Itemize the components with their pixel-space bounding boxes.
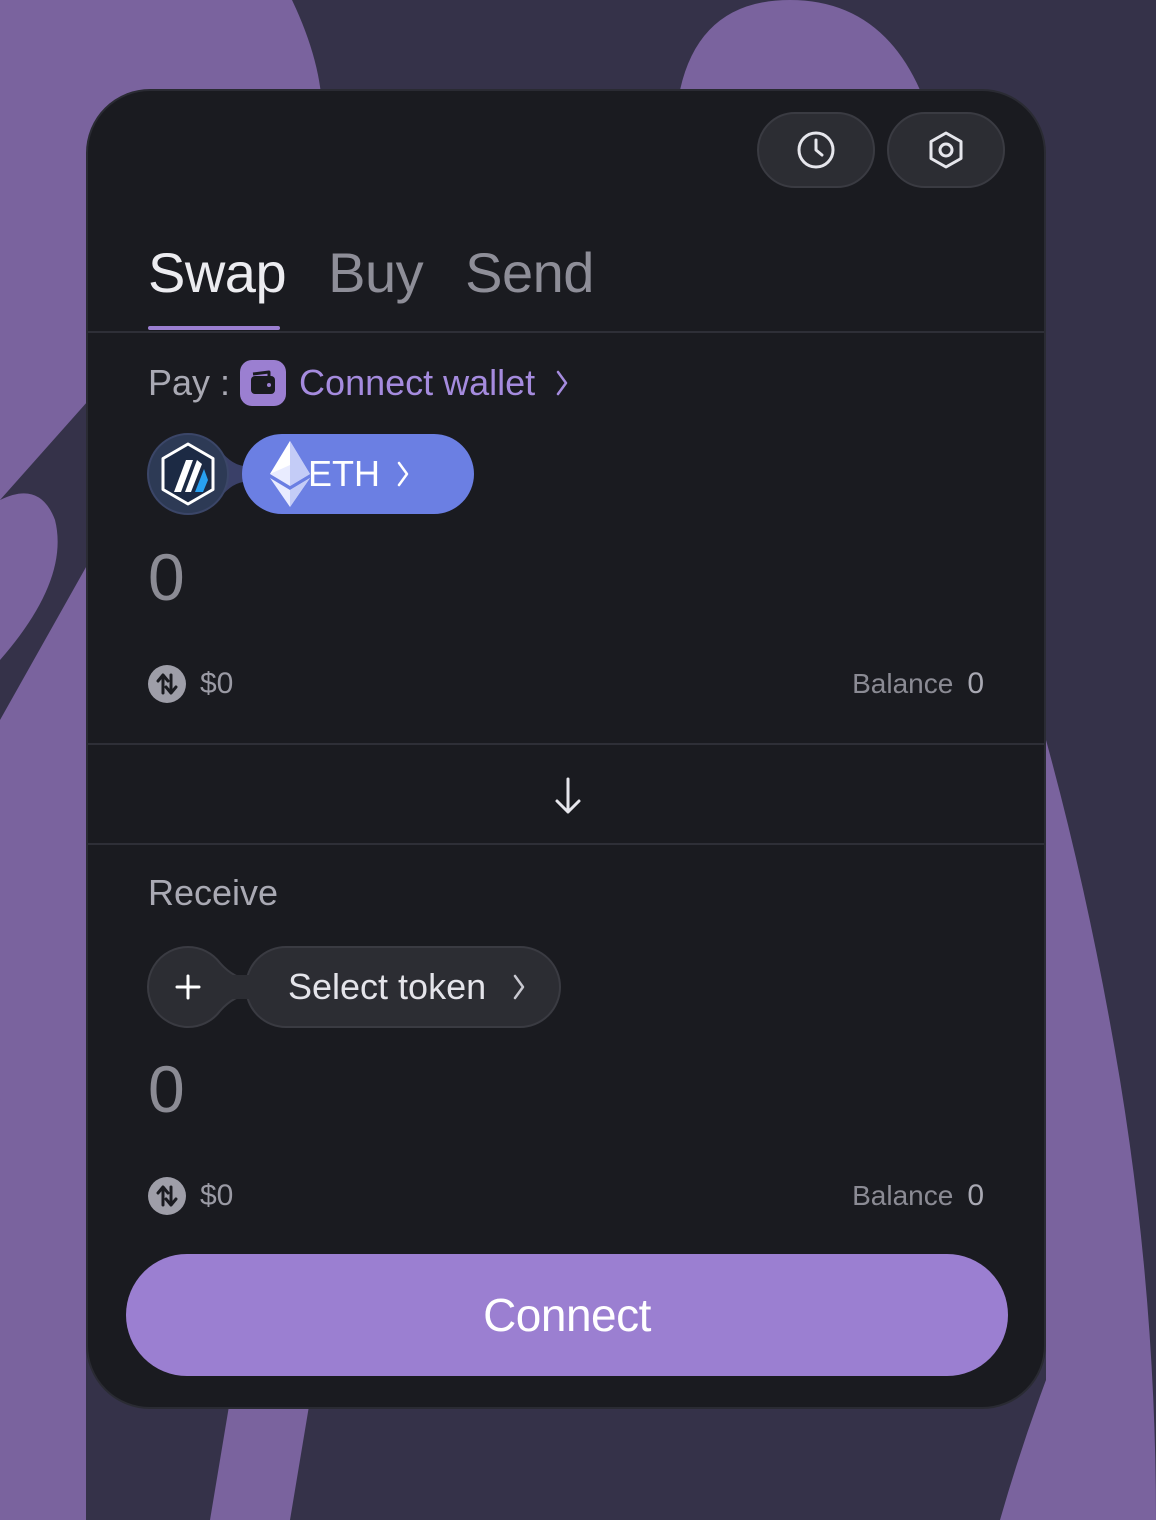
tab-bar: Swap Buy Send xyxy=(148,239,594,331)
divider xyxy=(88,843,1044,845)
divider xyxy=(88,331,1044,333)
tab-send[interactable]: Send xyxy=(465,239,594,331)
balance-label: Balance xyxy=(852,1180,954,1211)
currency-toggle-icon[interactable] xyxy=(148,665,186,703)
pay-balance: Balance 0 xyxy=(852,664,984,704)
receive-fiat-value: $0 xyxy=(200,1179,234,1212)
divider xyxy=(88,743,1044,745)
swap-direction-button[interactable] xyxy=(548,771,588,821)
token-symbol: ETH xyxy=(308,453,380,494)
receive-label: Receive xyxy=(148,872,279,913)
chevron-right-icon xyxy=(397,461,409,487)
connect-wallet-link[interactable]: Connect wallet xyxy=(299,362,535,404)
pay-row: Pay : Connect wallet xyxy=(148,357,569,409)
balance-value: 0 xyxy=(967,667,984,700)
settings-button[interactable] xyxy=(887,112,1005,188)
plus-icon xyxy=(175,974,201,1000)
pay-token-selector: ETH xyxy=(146,432,476,516)
arbitrum-icon[interactable] xyxy=(150,436,226,512)
receive-token-selector: Select token xyxy=(146,945,562,1029)
add-token-button[interactable] xyxy=(150,949,226,1025)
balance-label: Balance xyxy=(852,668,954,699)
chevron-right-icon xyxy=(513,974,525,1000)
chevron-right-icon xyxy=(555,369,569,397)
arrow-down-icon xyxy=(555,777,581,814)
connect-button[interactable]: Connect xyxy=(126,1254,1008,1376)
tab-buy[interactable]: Buy xyxy=(328,239,424,331)
balance-value: 0 xyxy=(967,1179,984,1212)
pay-fiat-row: $0 xyxy=(148,664,233,704)
wallet-icon xyxy=(240,360,287,406)
history-button[interactable] xyxy=(757,112,875,188)
swap-widget: Swap Buy Send Pay : Connect wallet ETH 0… xyxy=(86,89,1046,1409)
eth-token-button[interactable]: ETH xyxy=(242,432,474,516)
ethereum-icon xyxy=(270,441,310,507)
pay-fiat-value: $0 xyxy=(200,667,234,700)
receive-amount-input[interactable]: 0 xyxy=(148,1049,185,1129)
tab-swap[interactable]: Swap xyxy=(148,239,287,331)
clock-icon xyxy=(797,131,835,169)
pay-label: Pay : xyxy=(148,362,231,403)
pay-amount-input[interactable]: 0 xyxy=(148,537,185,617)
gear-icon xyxy=(929,131,963,169)
receive-balance: Balance 0 xyxy=(852,1176,984,1216)
currency-toggle-icon[interactable] xyxy=(148,1177,186,1215)
select-token-button[interactable]: Select token xyxy=(246,945,560,1029)
receive-fiat-row: $0 xyxy=(148,1176,233,1216)
select-token-label: Select token xyxy=(288,966,487,1007)
